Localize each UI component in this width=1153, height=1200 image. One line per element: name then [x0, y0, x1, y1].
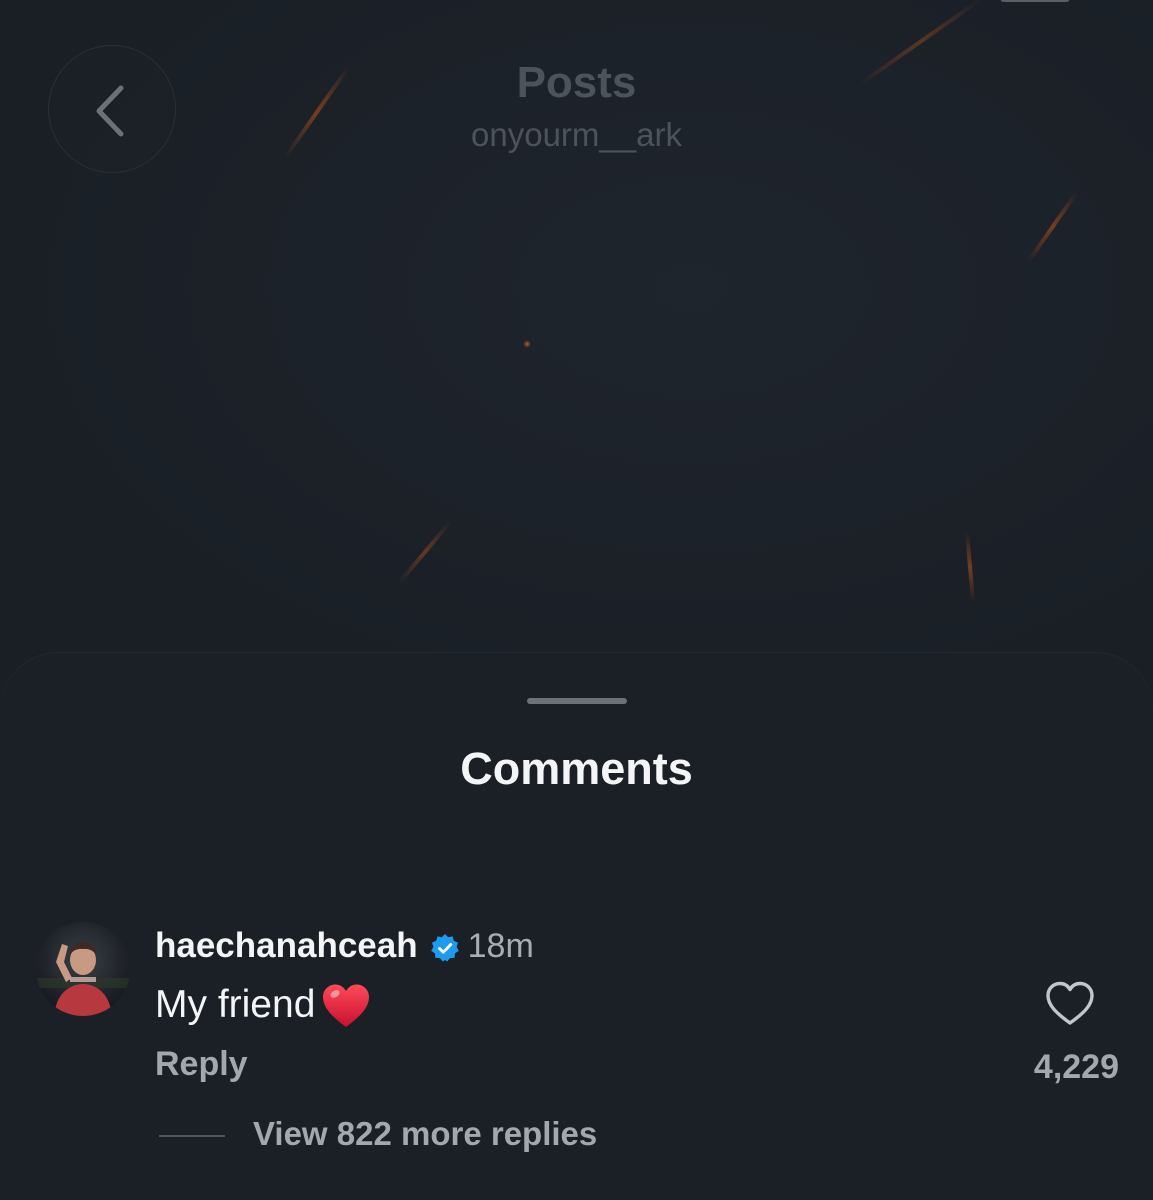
- page-title: Posts: [516, 58, 637, 107]
- post-image-detail: [523, 340, 531, 348]
- comment-body: My friend: [155, 980, 371, 1030]
- comment-username[interactable]: haechanahceah: [155, 926, 418, 966]
- comment-header: haechanahceah 18m: [155, 923, 534, 969]
- screen: Posts onyourm__ark Comments haechanahcea…: [0, 0, 1153, 1200]
- sheet-drag-handle[interactable]: [527, 698, 627, 704]
- post-image-detail: [397, 520, 453, 584]
- heart-outline-icon: [1046, 981, 1094, 1025]
- replies-divider: [159, 1135, 225, 1137]
- account-username[interactable]: onyourm__ark: [0, 116, 1153, 154]
- avatar[interactable]: [36, 922, 130, 1016]
- status-bar-indicator: [1000, 0, 1070, 2]
- post-image-detail: [1026, 191, 1079, 263]
- avatar-photo: [36, 922, 130, 1016]
- verified-badge-icon: [430, 934, 459, 962]
- comments-sheet: Comments haechanahceah 18m My friend Rep…: [0, 653, 1153, 1200]
- post-image-detail: [964, 531, 976, 603]
- sheet-title: Comments: [460, 743, 693, 794]
- like-button[interactable]: [1044, 980, 1096, 1028]
- comment-timestamp: 18m: [467, 926, 534, 965]
- view-replies-button[interactable]: View 822 more replies: [253, 1115, 597, 1153]
- red-heart-emoji-icon: [323, 984, 370, 1027]
- comment-text: My friend: [155, 983, 316, 1026]
- reply-button[interactable]: Reply: [155, 1045, 248, 1084]
- like-count: 4,229: [1033, 1048, 1119, 1086]
